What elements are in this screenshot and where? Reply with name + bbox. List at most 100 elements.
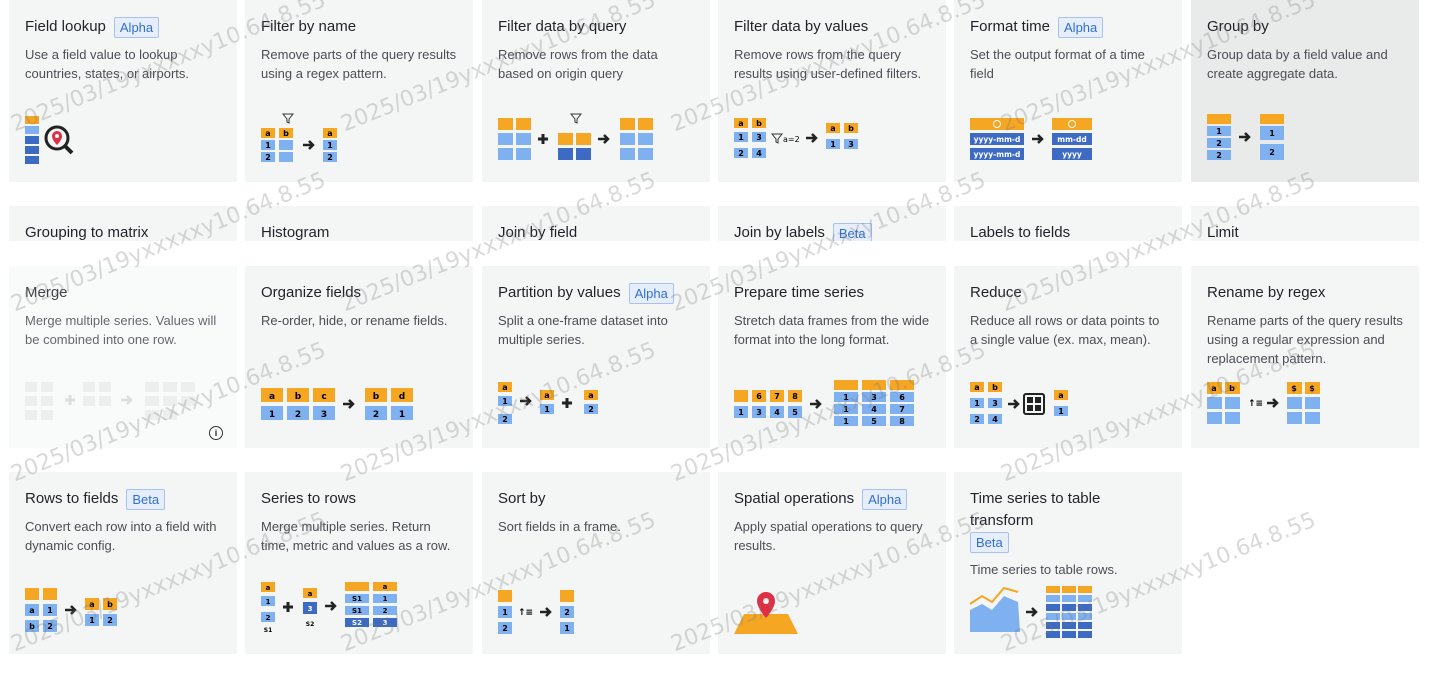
gb-out-2: 2 bbox=[1269, 148, 1275, 157]
pts-o3-a: 1 bbox=[843, 417, 849, 426]
card-description: Use a field value to lookup countries, s… bbox=[25, 47, 190, 81]
card-series-to-rows[interactable]: Series to rows Merge multiple series. Re… bbox=[245, 472, 473, 654]
rr-h-b: b bbox=[1229, 384, 1235, 393]
card-partition-by-values[interactable]: Partition by values Alpha Split a one-fra… bbox=[482, 266, 710, 448]
str-out-h: a bbox=[383, 583, 388, 591]
str-s2-label: S2 bbox=[306, 621, 315, 628]
pts-r-5: 5 bbox=[792, 408, 798, 417]
card-title: Format time bbox=[970, 18, 1051, 35]
card-filter-data-by-values[interactable]: Filter data by values Remove rows from t… bbox=[718, 0, 946, 182]
card-spatial-operations[interactable]: Spatial operations Alpha Apply spatial op… bbox=[718, 472, 946, 654]
card-description: Remove rows from the query results using… bbox=[734, 47, 922, 81]
rd-r2c2: 4 bbox=[992, 415, 998, 424]
group-by-illustration: 1 2 2 1 2 bbox=[1205, 112, 1305, 168]
card-title: Filter by name bbox=[261, 18, 357, 35]
filter-name-row-2: 2 bbox=[265, 153, 271, 162]
card-organize-fields[interactable]: Organize fields Re-order, hide, or renam… bbox=[245, 266, 473, 448]
card-format-time[interactable]: Format time Alpha Set the output format o… bbox=[954, 0, 1182, 182]
sb-out-2: 2 bbox=[564, 608, 570, 617]
rd-h-b: b bbox=[992, 383, 998, 392]
rd-r2c1: 2 bbox=[974, 415, 980, 424]
sb-in-1: 1 bbox=[502, 608, 508, 617]
str-o1-v: 1 bbox=[383, 595, 388, 603]
str-s1-1: 1 bbox=[266, 598, 271, 606]
gb-in-1: 1 bbox=[1216, 127, 1222, 136]
rtf-out-1: 1 bbox=[89, 616, 95, 625]
fv-out-header-a: a bbox=[830, 124, 835, 133]
card-prepare-time-series[interactable]: Prepare time series Stretch data frames … bbox=[718, 266, 946, 448]
filter-by-values-illustration: a b 1 3 2 4 a=2 a b 1 3 bbox=[732, 112, 872, 168]
fv-out-1: 1 bbox=[830, 140, 836, 149]
pv-o2-h: a bbox=[588, 391, 593, 400]
rtf-r2c1: b bbox=[29, 622, 35, 631]
pts-o2-b: 4 bbox=[871, 405, 877, 414]
series-to-rows-illustration: a 1 2 S1 a 3 S2 a S1 1 S1 2 S2 3 bbox=[259, 580, 409, 640]
card-rename-by-regex[interactable]: Rename by regex Rename parts of the quer… bbox=[1191, 266, 1419, 448]
pts-h-6: 6 bbox=[756, 392, 762, 401]
card-title: Partition by values bbox=[498, 284, 621, 301]
filter-name-out-2: 2 bbox=[327, 153, 333, 162]
card-title: Filter data by values bbox=[734, 18, 869, 35]
partition-by-values-illustration: a 1 2 a 1 a 2 bbox=[496, 378, 616, 434]
rtf-out-h-a: a bbox=[89, 600, 94, 609]
filter-name-out-1: 1 bbox=[327, 141, 333, 150]
pts-r-3: 3 bbox=[756, 408, 762, 417]
svg-text:↑≡: ↑≡ bbox=[518, 608, 533, 618]
org-in-3: 3 bbox=[321, 410, 327, 420]
card-description: Re-order, hide, or rename fields. bbox=[261, 313, 448, 328]
card-title: Organize fields bbox=[261, 284, 362, 301]
org-out-h-b: b bbox=[373, 392, 380, 402]
filter-name-row-1: 1 bbox=[265, 141, 271, 150]
card-merge[interactable]: Merge Merge multiple series. Values will… bbox=[9, 266, 237, 448]
info-icon[interactable]: i bbox=[209, 426, 223, 440]
gb-out-1: 1 bbox=[1269, 129, 1275, 138]
card-group-by[interactable]: Group by Group data by a field value and… bbox=[1191, 0, 1419, 182]
card-title: Spatial operations bbox=[734, 490, 855, 507]
org-in-2: 2 bbox=[295, 410, 301, 420]
rd-out-h: a bbox=[1058, 391, 1063, 400]
org-in-1: 1 bbox=[269, 410, 275, 420]
alpha-badge: Alpha bbox=[862, 488, 908, 510]
org-out-2: 2 bbox=[373, 410, 379, 420]
card-time-series-to-table[interactable]: Time series to table transform Beta Time … bbox=[954, 472, 1182, 654]
card-sort-by[interactable]: Sort by Sort fields in a frame. 1 2 ↑≡ 2… bbox=[482, 472, 710, 654]
card-title: Merge bbox=[25, 284, 68, 301]
ft-out-2: yyyy bbox=[1062, 150, 1082, 159]
str-o3-v: 3 bbox=[383, 619, 388, 627]
filter-name-out-header: a bbox=[327, 129, 332, 138]
pts-h-8: 8 bbox=[792, 392, 798, 401]
merge-illustration bbox=[23, 378, 213, 434]
organize-fields-illustration: a b c 1 2 3 b d 2 1 bbox=[259, 378, 419, 434]
str-o1-n: S1 bbox=[352, 595, 362, 603]
filter-name-header-b: b bbox=[283, 129, 289, 138]
card-description: Convert each row into a field with dynam… bbox=[25, 519, 217, 553]
str-s2-1: 3 bbox=[308, 605, 313, 613]
card-description: Time series to table rows. bbox=[970, 562, 1118, 577]
rr-out-h-2: $ bbox=[1309, 384, 1315, 393]
pv-o2: 2 bbox=[588, 405, 594, 414]
rd-out: 1 bbox=[1058, 407, 1064, 416]
fv-out-3: 3 bbox=[848, 140, 854, 149]
card-filter-by-name[interactable]: Filter by name Remove parts of the query… bbox=[245, 0, 473, 182]
prepare-time-series-illustration: 6 7 8 1 3 4 5 1 3 6 1 4 7 1 5 8 bbox=[732, 378, 922, 434]
pts-o2-a: 1 bbox=[843, 405, 849, 414]
card-filter-data-by-query[interactable]: Filter data by query Remove rows from th… bbox=[482, 0, 710, 182]
card-reduce[interactable]: Reduce Reduce all rows or data points to… bbox=[954, 266, 1182, 448]
filter-by-name-illustration: a b 1 2 a 1 2 bbox=[259, 112, 359, 168]
card-title: Filter data by query bbox=[498, 18, 627, 35]
sb-in-2: 2 bbox=[502, 624, 508, 633]
rows-to-fields-illustration: a 1 b 2 a b 1 2 bbox=[23, 584, 143, 640]
org-out-h-d: d bbox=[399, 392, 405, 402]
rtf-r1c1: a bbox=[29, 606, 34, 615]
card-description: Stretch data frames from the wide format… bbox=[734, 313, 930, 347]
pts-o3-c: 8 bbox=[899, 417, 905, 426]
pts-o1-c: 6 bbox=[899, 393, 905, 402]
ft-out-1: mm-dd bbox=[1057, 135, 1086, 144]
ft-in-2: yyyy-mm-d bbox=[974, 150, 1021, 159]
card-rows-to-fields[interactable]: Rows to fields Beta Convert each row into… bbox=[9, 472, 237, 654]
pts-o2-c: 7 bbox=[899, 405, 905, 414]
rr-out-h-1: $ bbox=[1291, 384, 1297, 393]
card-field-lookup[interactable]: Field lookup Alpha Use a field value to l… bbox=[9, 0, 237, 182]
pts-o1-a: 1 bbox=[843, 393, 849, 402]
card-description: Merge multiple series. Values will be co… bbox=[25, 313, 217, 347]
